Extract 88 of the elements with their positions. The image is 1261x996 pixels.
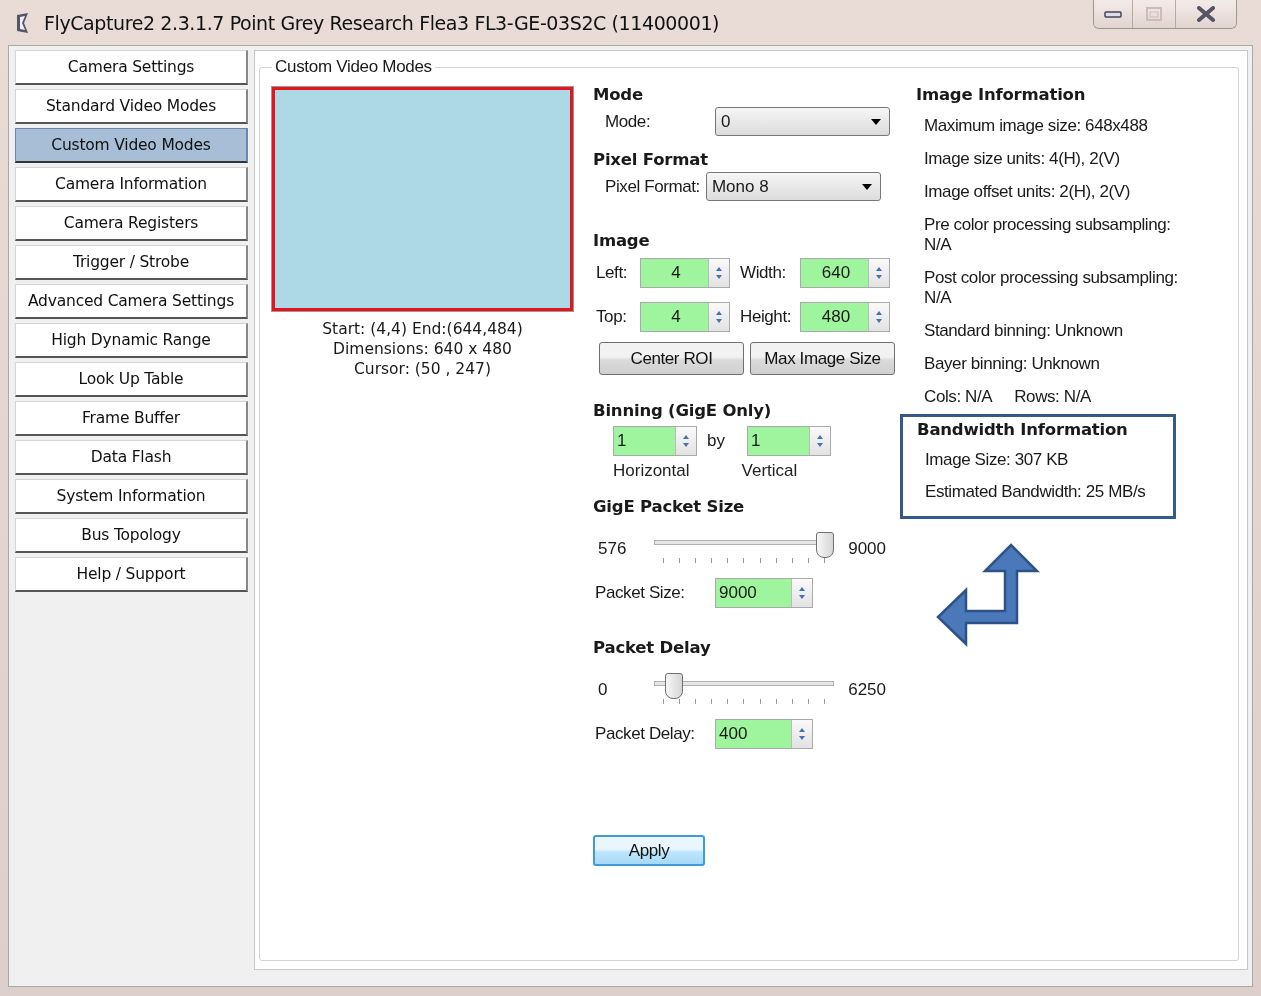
info-text: Pre color processing subsampling: N/A [924, 215, 1172, 255]
minimize-button[interactable] [1094, 0, 1132, 28]
roi-info-text: Dimensions: 640 x 480 [333, 339, 512, 359]
action-button[interactable]: Center ROI [599, 342, 744, 375]
close-icon [1196, 6, 1216, 22]
sidebar-item[interactable]: Data Flash [15, 440, 248, 475]
sidebar-item[interactable]: Advanced Camera Settings [15, 284, 248, 319]
spin-arrows-icon[interactable] [868, 259, 889, 287]
spin-arrows-icon[interactable] [868, 303, 889, 331]
window-title: FlyCapture2 2.3.1.7 Point Grey Research Flea3 FL3-GE-03S2C (11400001) [44, 11, 720, 34]
section-heading: Image Information [916, 85, 1086, 105]
info-text: Bayer binning: Unknown [924, 354, 1101, 374]
section-heading: Mode [593, 85, 643, 105]
section-heading: Bandwidth Information [917, 420, 1129, 440]
apply-button[interactable]: Apply [593, 835, 705, 866]
sidebar-item[interactable]: Standard Video Modes [15, 89, 248, 124]
info-text: Image Size: 307 KB [925, 450, 1070, 470]
spin-box[interactable]: 4 [640, 302, 730, 332]
info-text: Maximum image size: 648x488 [924, 116, 1149, 136]
sidebar-item[interactable]: Trigger / Strobe [15, 245, 248, 280]
info-text: Image offset units: 2(H), 2(V) [924, 182, 1131, 202]
info-text: Standard binning: Unknown [924, 321, 1124, 341]
sidebar-item[interactable]: Frame Buffer [15, 401, 248, 436]
spin-arrows-icon[interactable] [791, 579, 812, 607]
spin-box[interactable]: 4 [640, 258, 730, 288]
info-text: Rows: N/A [1014, 387, 1091, 407]
minimize-icon [1103, 9, 1123, 19]
spin-box[interactable]: 400 [715, 719, 813, 749]
sidebar-item[interactable]: Look Up Table [15, 362, 248, 397]
sidebar-item[interactable]: Camera Information [15, 167, 248, 202]
field-label: Height: [740, 307, 793, 327]
group-title: Custom Video Modes [274, 57, 433, 77]
maximize-icon [1146, 7, 1162, 21]
spin-arrows-icon[interactable] [808, 427, 830, 455]
info-text: Cols: N/A [924, 387, 993, 407]
roi-info-text: Cursor: (50 , 247) [354, 359, 491, 379]
action-button[interactable]: Max Image Size [750, 342, 895, 375]
section-heading: GigE Packet Size [593, 497, 745, 517]
slider-min-label: 576 [598, 539, 628, 559]
slider[interactable] [654, 532, 834, 566]
field-label: Width: [740, 263, 787, 283]
spin-box[interactable]: 480 [800, 302, 890, 332]
section-heading: Binning (GigE Only) [593, 401, 772, 421]
field-label: Pixel Format: [605, 176, 700, 197]
spin-box[interactable]: 640 [800, 258, 890, 288]
sidebar-item[interactable]: Camera Registers [15, 206, 248, 241]
spin-box[interactable]: 1 [746, 426, 831, 456]
app-icon [16, 11, 30, 34]
field-label: Left: [596, 263, 629, 283]
slider[interactable] [654, 673, 834, 707]
sidebar-item[interactable]: Help / Support [15, 557, 248, 592]
close-button[interactable] [1175, 0, 1236, 28]
spin-arrows-icon[interactable] [675, 427, 696, 455]
info-text: Post color processing subsampling: N/A [924, 268, 1179, 308]
caret-icon [871, 118, 881, 125]
slider-thumb[interactable] [665, 673, 684, 699]
info-text: Estimated Bandwidth: 25 MB/s [925, 482, 1147, 502]
field-caption: Horizontal [613, 461, 690, 481]
section-heading: Packet Delay [593, 638, 711, 658]
mode-dropdown[interactable]: 0 [715, 107, 890, 136]
section-heading: Image [593, 231, 650, 251]
image-preview[interactable] [272, 87, 573, 311]
slider-max-label: 9000 [847, 539, 886, 559]
sidebar-item[interactable]: Bus Topology [15, 518, 248, 553]
sidebar-item[interactable]: High Dynamic Range [15, 323, 248, 358]
slider-min-label: 0 [598, 680, 609, 700]
slider-thumb[interactable] [816, 532, 834, 558]
field-label: Packet Delay: [595, 724, 696, 744]
spin-box[interactable]: 1 [613, 426, 697, 456]
by-label: by [707, 431, 725, 451]
info-text: Image size units: 4(H), 2(V) [924, 149, 1121, 169]
roi-info-text: Start: (4,4) End:(644,484) [322, 319, 523, 339]
sidebar-item[interactable]: System Information [15, 479, 248, 514]
spin-arrows-icon[interactable] [708, 259, 729, 287]
caret-icon [861, 183, 872, 190]
field-caption: Vertical [741, 461, 798, 481]
spin-box[interactable]: 9000 [715, 578, 813, 608]
spin-arrows-icon[interactable] [708, 303, 729, 331]
field-label: Packet Size: [595, 583, 686, 603]
section-heading: Pixel Format [593, 150, 708, 170]
field-label: Top: [596, 307, 628, 327]
slider-max-label: 6250 [847, 680, 886, 700]
spin-arrows-icon[interactable] [791, 720, 812, 748]
sidebar-item[interactable]: Camera Settings [15, 50, 248, 85]
field-label: Mode: [605, 111, 652, 132]
pixel-format-dropdown[interactable]: Mono 8 [705, 172, 881, 201]
elbow-arrow-icon [936, 543, 1040, 647]
sidebar-item[interactable]: Custom Video Modes [15, 128, 248, 163]
